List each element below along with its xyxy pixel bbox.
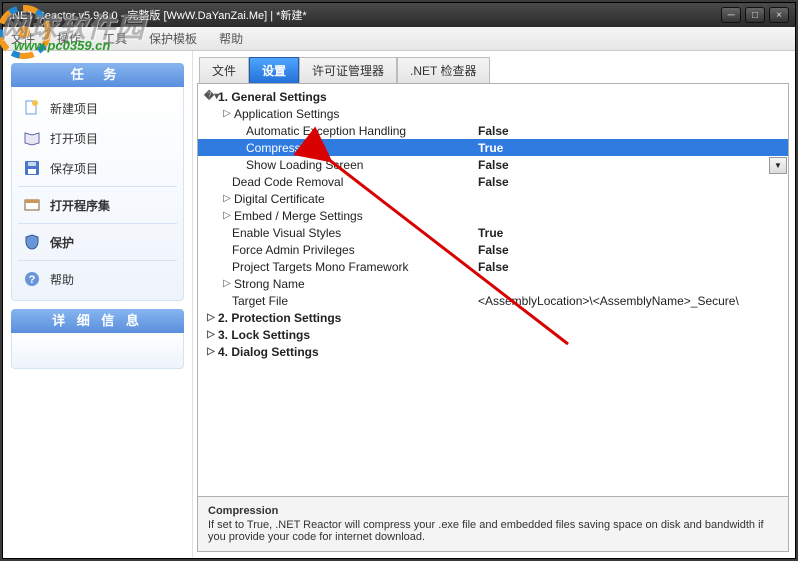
task-label: 新建项目 (50, 100, 98, 117)
window: .NET Reactor v5.9.8.0 - 完整版 [WwW.DaYanZa… (2, 2, 796, 559)
group-strong-name[interactable]: ▷ Strong Name (198, 275, 788, 292)
tab-files[interactable]: 文件 (199, 57, 249, 83)
help-body: If set to True, .NET Reactor will compre… (208, 519, 778, 543)
prop-compression[interactable]: Compression True (198, 139, 788, 156)
task-label: 保护 (50, 234, 74, 251)
maximize-button[interactable]: □ (745, 7, 765, 23)
prop-value[interactable]: False (478, 158, 782, 172)
menu-file[interactable]: 文件 (7, 28, 39, 49)
group-digital-certificate[interactable]: ▷ Digital Certificate (198, 190, 788, 207)
prop-value[interactable]: False (478, 124, 782, 138)
task-label: 保存项目 (50, 160, 98, 177)
prop-enable-visual-styles[interactable]: Enable Visual Styles True (198, 224, 788, 241)
separator (18, 260, 177, 261)
section-protection[interactable]: ▷ 2. Protection Settings (198, 309, 788, 326)
prop-mono-framework[interactable]: Project Targets Mono Framework False (198, 258, 788, 275)
prop-value[interactable]: False (478, 260, 782, 274)
section-lock[interactable]: ▷ 3. Lock Settings (198, 326, 788, 343)
section-label: 2. Protection Settings (218, 311, 341, 325)
tab-net-inspector[interactable]: .NET 检查器 (397, 57, 489, 83)
separator (18, 223, 177, 224)
prop-show-loading[interactable]: Show Loading Screen False (198, 156, 788, 173)
task-label: 打开项目 (50, 130, 98, 147)
prop-force-admin[interactable]: Force Admin Privileges False (198, 241, 788, 258)
new-file-icon (22, 98, 42, 118)
menu-help[interactable]: 帮助 (215, 28, 247, 49)
minimize-button[interactable]: ─ (721, 7, 741, 23)
details-header: 详 细 信 息 (11, 309, 184, 333)
settings-content: �▾ 1. General Settings ▷ Application Set… (197, 83, 789, 552)
prop-value[interactable]: <AssemblyLocation>\<AssemblyName>_Secure… (478, 294, 782, 308)
task-open-project[interactable]: 打开项目 (16, 123, 179, 153)
svg-text:?: ? (29, 274, 36, 286)
prop-name: Target File (232, 294, 478, 308)
menu-protect-template[interactable]: 保护模板 (145, 28, 201, 49)
expand-icon[interactable]: ▷ (204, 329, 218, 340)
tab-strip: 文件 设置 许可证管理器 .NET 检查器 (199, 57, 789, 83)
task-new-project[interactable]: 新建项目 (16, 93, 179, 123)
prop-name: Enable Visual Styles (232, 226, 478, 240)
menu-tools[interactable]: 工具 (99, 28, 131, 49)
assembly-icon (22, 195, 42, 215)
help-title: Compression (208, 505, 778, 517)
save-icon (22, 158, 42, 178)
open-book-icon (22, 128, 42, 148)
section-general[interactable]: �▾ 1. General Settings (198, 88, 788, 105)
task-label: 打开程序集 (50, 197, 110, 214)
tab-settings[interactable]: 设置 (249, 57, 299, 83)
prop-name: Dead Code Removal (232, 175, 478, 189)
expand-icon[interactable]: ▷ (220, 108, 234, 119)
section-label: 4. Dialog Settings (218, 345, 319, 359)
tab-license-manager[interactable]: 许可证管理器 (299, 57, 397, 83)
dropdown-button[interactable]: ▼ (769, 157, 787, 174)
prop-dead-code[interactable]: Dead Code Removal False (198, 173, 788, 190)
prop-name: Compression (246, 141, 478, 155)
expand-icon[interactable]: ▷ (220, 210, 234, 221)
property-grid[interactable]: �▾ 1. General Settings ▷ Application Set… (198, 84, 788, 496)
separator (18, 186, 177, 187)
task-protect[interactable]: 保护 (16, 227, 179, 257)
details-panel: 详 细 信 息 (11, 309, 184, 369)
group-label: Embed / Merge Settings (234, 209, 363, 223)
expand-icon[interactable]: ▷ (204, 312, 218, 323)
menubar: 文件 操作 工具 保护模板 帮助 (3, 27, 795, 51)
prop-name: Automatic Exception Handling (246, 124, 478, 138)
expand-icon[interactable]: ▷ (204, 346, 218, 357)
section-dialog[interactable]: ▷ 4. Dialog Settings (198, 343, 788, 360)
task-open-assembly[interactable]: 打开程序集 (16, 190, 179, 220)
menu-operate[interactable]: 操作 (53, 28, 85, 49)
group-label: Strong Name (234, 277, 305, 291)
shield-icon (22, 232, 42, 252)
prop-name: Project Targets Mono Framework (232, 260, 478, 274)
expand-icon[interactable]: ▷ (220, 278, 234, 289)
sidebar: 任 务 新建项目 打开项目 (3, 51, 193, 558)
prop-name: Force Admin Privileges (232, 243, 478, 257)
task-save-project[interactable]: 保存项目 (16, 153, 179, 183)
group-label: Application Settings (234, 107, 339, 121)
group-label: Digital Certificate (234, 192, 325, 206)
help-description: Compression If set to True, .NET Reactor… (198, 496, 788, 551)
task-help[interactable]: ? 帮助 (16, 264, 179, 294)
prop-value[interactable]: False (478, 243, 782, 257)
expand-icon[interactable]: ▷ (220, 193, 234, 204)
tasks-header: 任 务 (11, 63, 184, 87)
section-label: 1. General Settings (218, 90, 327, 104)
prop-value[interactable]: True (478, 226, 782, 240)
window-title: .NET Reactor v5.9.8.0 - 完整版 [WwW.DaYanZa… (9, 7, 721, 23)
group-embed-merge[interactable]: ▷ Embed / Merge Settings (198, 207, 788, 224)
tasks-panel: 任 务 新建项目 打开项目 (11, 63, 184, 301)
prop-name: Show Loading Screen (246, 158, 478, 172)
titlebar: .NET Reactor v5.9.8.0 - 完整版 [WwW.DaYanZa… (3, 3, 795, 27)
task-label: 帮助 (50, 271, 74, 288)
prop-auto-exception[interactable]: Automatic Exception Handling False (198, 122, 788, 139)
group-application-settings[interactable]: ▷ Application Settings (198, 105, 788, 122)
collapse-icon[interactable]: �▾ (204, 91, 218, 102)
close-button[interactable]: × (769, 7, 789, 23)
section-label: 3. Lock Settings (218, 328, 310, 342)
prop-value[interactable]: False (478, 175, 782, 189)
main-area: 文件 设置 许可证管理器 .NET 检查器 �▾ 1. General Sett… (193, 51, 795, 558)
help-icon: ? (22, 269, 42, 289)
prop-value[interactable]: True (478, 141, 782, 155)
prop-target-file[interactable]: Target File <AssemblyLocation>\<Assembly… (198, 292, 788, 309)
